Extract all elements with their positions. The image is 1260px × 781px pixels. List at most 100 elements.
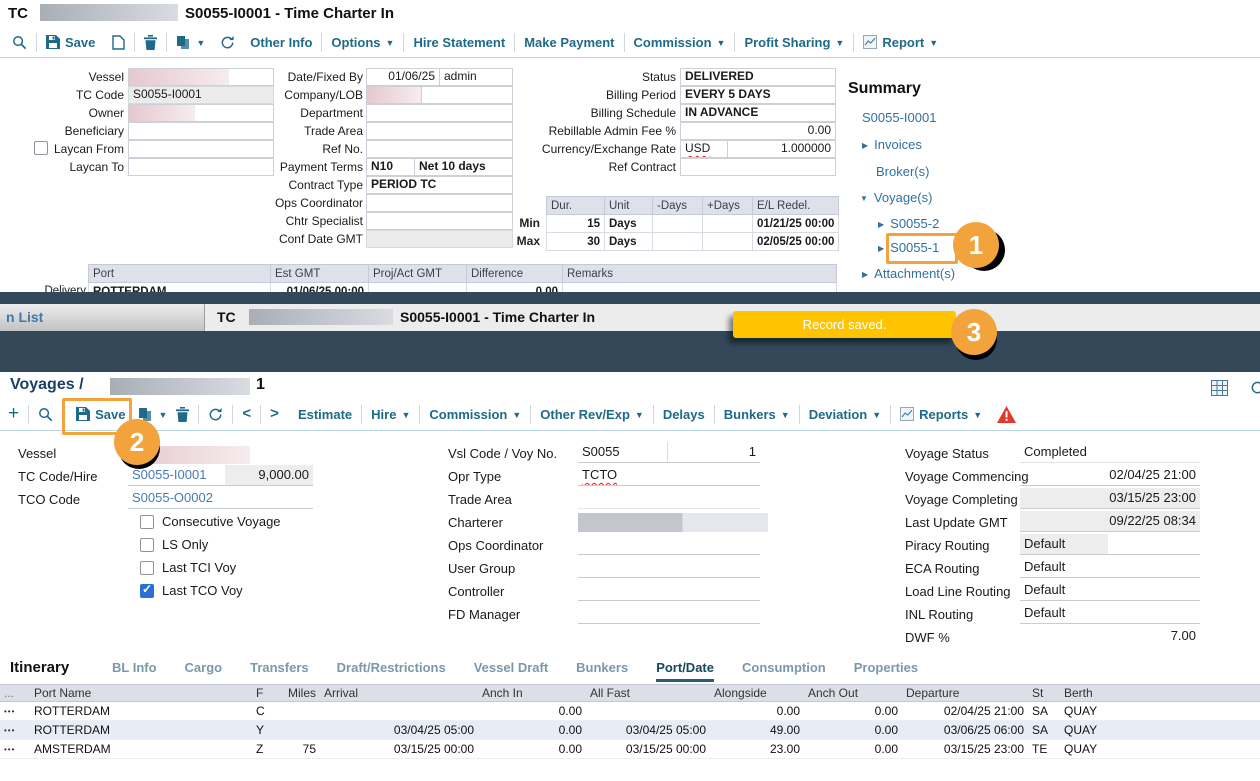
consecutive-voyage-checkbox[interactable]	[140, 515, 154, 529]
sidebar-item-voyages[interactable]: Voyage(s)	[860, 190, 932, 205]
tab-properties[interactable]: Properties	[854, 658, 918, 679]
column-header[interactable]: Port	[89, 265, 271, 283]
ls-only-checkbox[interactable]	[140, 538, 154, 552]
status-field[interactable]: DELIVERED	[680, 68, 836, 86]
column-header[interactable]: Berth	[1060, 685, 1260, 702]
active-tab-title[interactable]: S0055-I0001 - Time Charter In	[400, 304, 595, 331]
anch-out-cell[interactable]: 0.00	[804, 721, 902, 740]
function-cell[interactable]: Z	[252, 740, 284, 759]
piracy-routing-field[interactable]: Default	[1020, 534, 1108, 555]
save-button[interactable]: Save	[72, 407, 129, 422]
all-fast-cell[interactable]	[586, 702, 710, 721]
max-unit[interactable]: Days	[605, 233, 653, 251]
column-header[interactable]: Departure	[902, 685, 1028, 702]
load-line-routing-field[interactable]: Default	[1020, 580, 1108, 601]
trade-area-field[interactable]	[366, 122, 513, 140]
delivery-difference[interactable]: 0.00	[467, 283, 563, 293]
delete-icon[interactable]	[176, 407, 189, 422]
delivery-port[interactable]: ROTTERDAM	[89, 283, 271, 293]
new-document-icon[interactable]	[112, 35, 125, 50]
miles-cell[interactable]	[284, 702, 320, 721]
sidebar-item-brokers[interactable]: Broker(s)	[876, 164, 929, 179]
row-menu-icon[interactable]: •••	[0, 702, 30, 721]
min-dur[interactable]: 15	[547, 215, 605, 233]
min-el-redel[interactable]: 01/21/25 00:00	[753, 215, 839, 233]
departure-cell[interactable]: 03/06/25 06:00	[902, 721, 1028, 740]
ops-coordinator-field[interactable]	[578, 534, 760, 555]
sidebar-item-voyage-s0055-2[interactable]: S0055-2	[878, 216, 939, 231]
arrival-cell[interactable]: 03/04/25 05:00	[320, 721, 478, 740]
status-cell[interactable]: TE	[1028, 740, 1060, 759]
load-line-routing-extra-field[interactable]	[1108, 580, 1200, 601]
validation-warning-icon[interactable]	[997, 406, 1016, 423]
min-minus-days[interactable]	[653, 215, 703, 233]
estimate-button[interactable]: Estimate	[298, 407, 352, 422]
next-icon[interactable]: >	[270, 405, 279, 423]
delivery-est-gmt[interactable]: 01/06/25 00:00	[271, 283, 369, 293]
controller-field[interactable]	[578, 580, 760, 601]
deviation-menu[interactable]: Deviation▼	[809, 407, 881, 422]
column-header[interactable]: Est GMT	[271, 265, 369, 283]
table-row[interactable]: ROTTERDAM 01/06/25 00:00 0.00	[89, 283, 837, 293]
commission-menu[interactable]: Commission▼	[429, 407, 521, 422]
ref-contract-field[interactable]	[680, 158, 836, 176]
trade-area-field[interactable]	[578, 488, 760, 509]
summary-contract-code[interactable]: S0055-I0001	[862, 110, 936, 125]
all-fast-cell[interactable]: 03/04/25 05:00	[586, 721, 710, 740]
column-header[interactable]: Alongside	[710, 685, 804, 702]
all-fast-cell[interactable]: 03/15/25 00:00	[586, 740, 710, 759]
last-tco-voy-checkbox[interactable]	[140, 584, 154, 598]
delivery-remarks[interactable]	[563, 283, 837, 293]
dwf-field[interactable]: 7.00	[1020, 626, 1200, 647]
chtr-specialist-field[interactable]	[366, 212, 513, 230]
table-row[interactable]: 30 Days 02/05/25 00:00	[547, 233, 839, 251]
commission-menu[interactable]: Commission▼	[634, 35, 726, 50]
departure-cell[interactable]: 02/04/25 21:00	[902, 702, 1028, 721]
grid-view-icon[interactable]	[1211, 380, 1228, 401]
vsl-code-field[interactable]: S0055	[578, 442, 668, 463]
sidebar-item-invoices[interactable]: Invoices	[862, 137, 922, 152]
last-tci-voy-checkbox[interactable]	[140, 561, 154, 575]
column-header[interactable]: Dur.	[547, 197, 605, 215]
port-name-cell[interactable]: ROTTERDAM	[30, 702, 252, 721]
tco-code-link[interactable]: S0055-O0002	[128, 488, 313, 509]
delivery-proj-act-gmt[interactable]	[369, 283, 467, 293]
tab-list[interactable]: n List	[0, 304, 205, 331]
exchange-rate-field[interactable]: 1.000000	[727, 140, 836, 158]
anch-in-cell[interactable]: 0.00	[478, 740, 586, 759]
voyage-commencing-field[interactable]: 02/04/25 21:00	[1020, 465, 1200, 486]
previous-icon[interactable]: <	[242, 405, 251, 423]
miles-cell[interactable]: 75	[284, 740, 320, 759]
column-header[interactable]: Arrival	[320, 685, 478, 702]
options-menu[interactable]: Options▼	[331, 35, 394, 50]
alongside-cell[interactable]: 0.00	[710, 702, 804, 721]
column-header[interactable]: St	[1028, 685, 1060, 702]
tab-draft-restrictions[interactable]: Draft/Restrictions	[337, 658, 446, 679]
reports-menu[interactable]: Reports▼	[900, 407, 982, 422]
min-unit[interactable]: Days	[605, 215, 653, 233]
column-header[interactable]: Miles	[284, 685, 320, 702]
contract-type-field[interactable]: PERIOD TC	[366, 176, 513, 194]
delays-button[interactable]: Delays	[663, 407, 705, 422]
column-header[interactable]: Remarks	[563, 265, 837, 283]
column-header[interactable]: Proj/Act GMT	[369, 265, 467, 283]
min-plus-days[interactable]	[703, 215, 753, 233]
fixed-by-field[interactable]: admin	[439, 68, 513, 86]
hire-menu[interactable]: Hire▼	[371, 407, 410, 422]
bunkers-menu[interactable]: Bunkers▼	[724, 407, 790, 422]
tab-bl-info[interactable]: BL Info	[112, 658, 157, 679]
itinerary-row[interactable]: ••• ROTTERDAM Y 03/04/25 05:00 0.00 03/0…	[0, 721, 1260, 740]
rebillable-admin-fee-field[interactable]: 0.00	[680, 122, 836, 140]
billing-period-field[interactable]: EVERY 5 DAYS	[680, 86, 836, 104]
save-button[interactable]: Save	[46, 35, 95, 50]
hire-statement-button[interactable]: Hire Statement	[413, 35, 505, 50]
column-header[interactable]: Difference	[467, 265, 563, 283]
column-header[interactable]: F	[252, 685, 284, 702]
refresh-icon[interactable]	[208, 407, 223, 422]
arrival-cell[interactable]: 03/15/25 00:00	[320, 740, 478, 759]
table-row[interactable]: 15 Days 01/21/25 00:00	[547, 215, 839, 233]
alongside-cell[interactable]: 49.00	[710, 721, 804, 740]
eca-routing-extra-field[interactable]	[1108, 557, 1200, 578]
active-tab-prefix[interactable]: TC	[217, 304, 236, 331]
ops-coordinator-field[interactable]	[366, 194, 513, 212]
